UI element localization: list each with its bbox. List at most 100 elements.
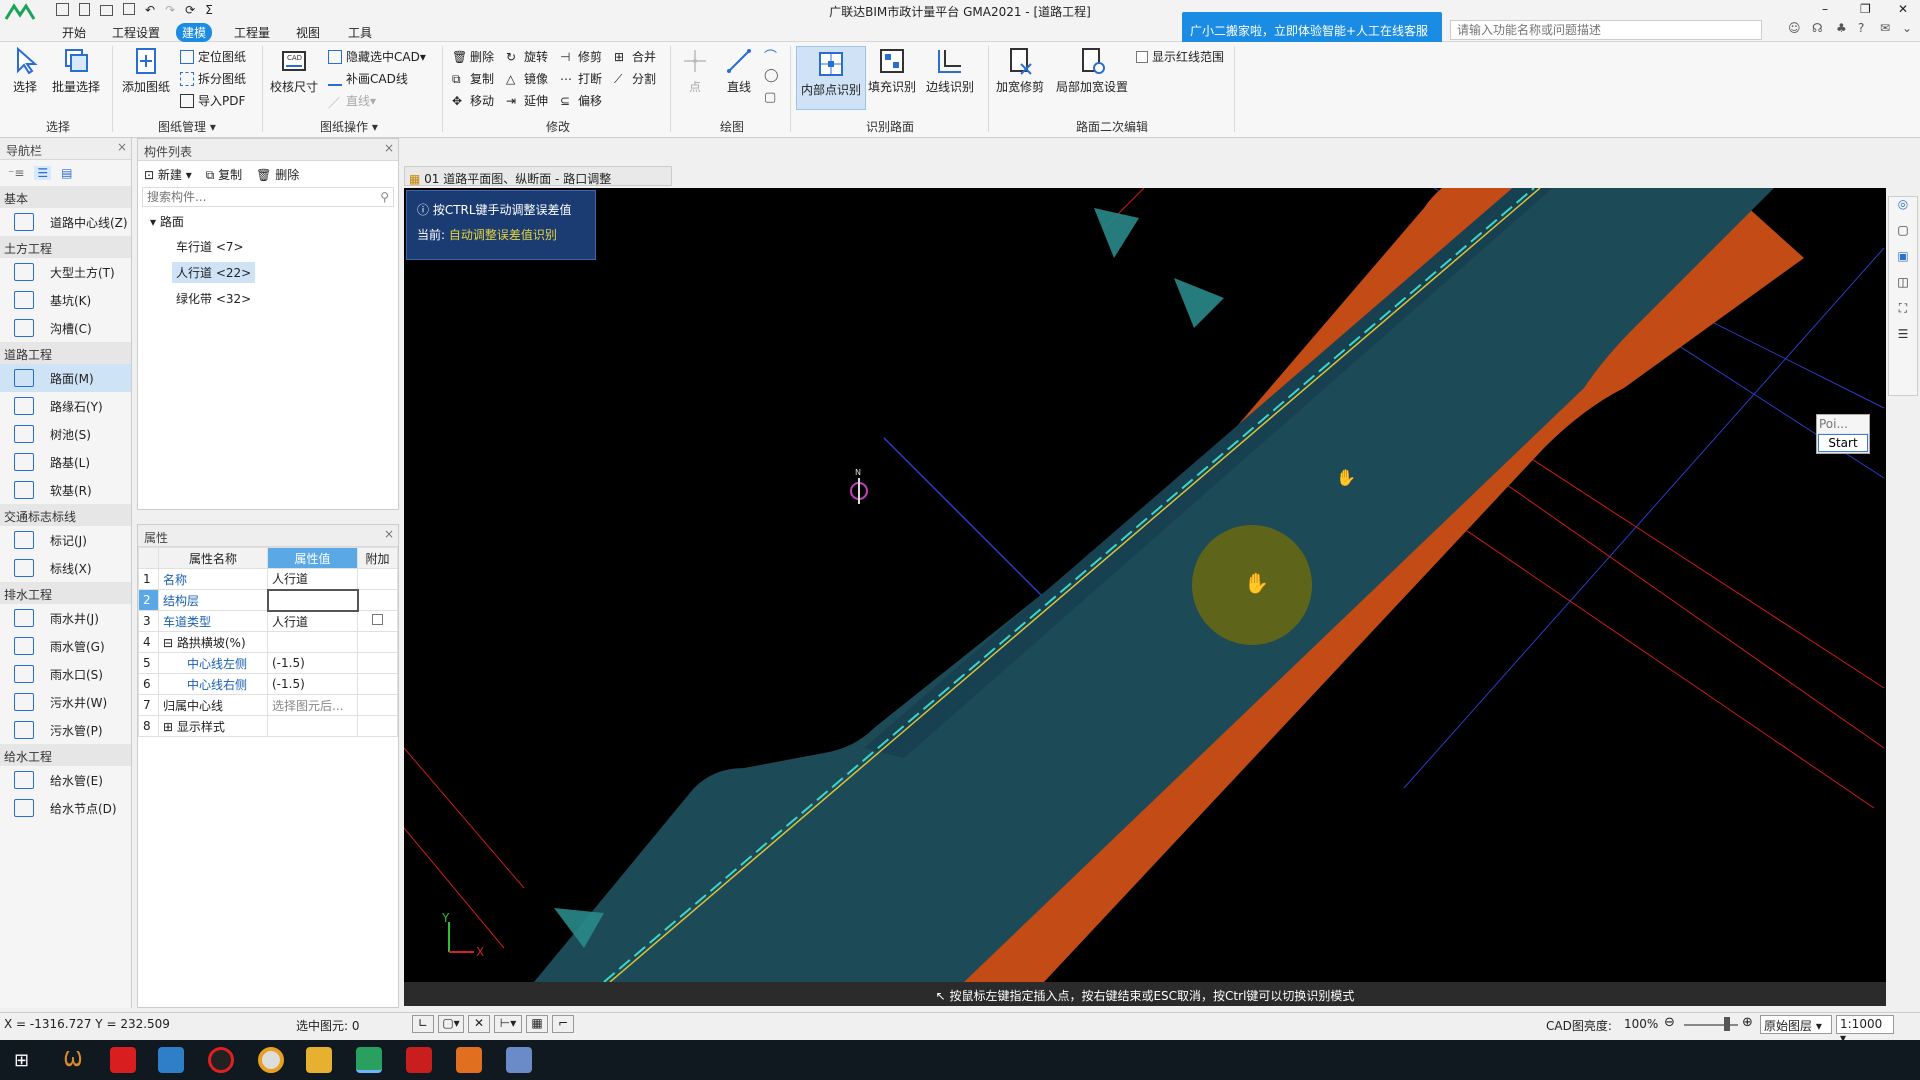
show-redline-checkbox[interactable]: 显示红线范围 bbox=[1136, 48, 1224, 65]
prop-row[interactable]: 8 ⊞ 显示样式 bbox=[138, 715, 398, 737]
slider-thumb[interactable] bbox=[1724, 1017, 1730, 1031]
grid-icon[interactable]: ▦ bbox=[526, 1015, 548, 1033]
function-search-input[interactable] bbox=[1450, 20, 1762, 40]
add-cad-line-button[interactable]: 补画CAD线 bbox=[328, 70, 408, 87]
locate-drawing-button[interactable]: 定位图纸 bbox=[180, 48, 246, 65]
nav-item[interactable]: 污水管(P) bbox=[0, 716, 131, 744]
menu-project-settings[interactable]: 工程设置 bbox=[106, 23, 166, 42]
extend-tool[interactable]: ⇥ 延伸 bbox=[506, 92, 548, 109]
menu-view[interactable]: 视图 bbox=[290, 23, 326, 42]
inner-point-identify-button[interactable]: 内部点识别 bbox=[796, 46, 867, 110]
headset-icon[interactable]: ☊ bbox=[1812, 21, 1823, 35]
chat-icon[interactable]: ✉ bbox=[1880, 21, 1890, 35]
select-button[interactable]: 选择 bbox=[10, 46, 40, 95]
tree-item-sidewalk[interactable]: 人行道 <22> bbox=[172, 262, 256, 283]
nav-item[interactable]: 软基(R) bbox=[0, 476, 131, 504]
tree-item-roadway[interactable]: 车行道 <7> bbox=[150, 230, 398, 255]
prop-row[interactable]: 7 归属中心线 选择图元后... bbox=[138, 694, 398, 716]
nav-item[interactable]: 雨水口(S) bbox=[0, 660, 131, 688]
prop-row[interactable]: 6 中心线右侧 (-1.5) bbox=[138, 673, 398, 695]
record-icon[interactable] bbox=[208, 1047, 234, 1073]
track-icon[interactable]: ⌐ bbox=[552, 1015, 574, 1033]
nav-item[interactable]: 道路中心线(Z) bbox=[0, 208, 131, 236]
rect-icon[interactable]: ▢ bbox=[764, 90, 776, 105]
menu-modeling[interactable]: 建模 bbox=[176, 23, 213, 42]
shirt-icon[interactable]: ♣ bbox=[1836, 21, 1847, 35]
offset-tool[interactable]: ⊆ 偏移 bbox=[560, 92, 602, 109]
zoom-out-icon[interactable]: ⊖ bbox=[1664, 1015, 1675, 1030]
checkbox-icon[interactable] bbox=[372, 614, 383, 625]
close-icon[interactable]: ✕ bbox=[1898, 2, 1908, 16]
trim-tool[interactable]: ⊣ 修剪 bbox=[560, 48, 602, 65]
calibrate-size-button[interactable]: CAD 校核尺寸 bbox=[270, 46, 318, 95]
nav-item[interactable]: 给水节点(D) bbox=[0, 794, 131, 822]
paint-icon[interactable] bbox=[506, 1047, 532, 1073]
nav-category[interactable]: 道路工程 bbox=[0, 342, 131, 364]
batch-select-button[interactable]: 批量选择 bbox=[52, 46, 100, 95]
document-tab[interactable]: ▦ 01 道路平面图、纵断面 - 路口调整 bbox=[404, 166, 672, 186]
view-top-icon[interactable]: ▣ bbox=[1889, 249, 1917, 275]
nav-item[interactable]: 路面(M) bbox=[0, 364, 131, 392]
nav-item[interactable]: 路基(L) bbox=[0, 448, 131, 476]
network-app-icon[interactable] bbox=[158, 1047, 184, 1073]
copy-component-button[interactable]: ⧉ 复制 bbox=[206, 166, 242, 183]
nav-item[interactable]: 标记(J) bbox=[0, 526, 131, 554]
delete-component-button[interactable]: 🗑 删除 bbox=[256, 166, 299, 183]
snap-icon[interactable]: ⊢▾ bbox=[494, 1015, 522, 1033]
dropdown-icon[interactable]: ⌄ bbox=[1902, 21, 1912, 35]
zoom-in-icon[interactable]: ⊕ bbox=[1742, 1015, 1753, 1030]
arc-icon[interactable]: ⌒ bbox=[764, 46, 777, 65]
panel-close-icon[interactable]: × bbox=[117, 140, 127, 154]
layer-select[interactable]: 原始图层 ▾ bbox=[1760, 1015, 1832, 1034]
add-drawing-button[interactable]: 添加图纸 bbox=[122, 46, 170, 95]
nav-item[interactable]: 污水井(W) bbox=[0, 688, 131, 716]
search-icon[interactable]: ⚲ bbox=[380, 190, 389, 204]
merge-tool[interactable]: ⊞ 合并 bbox=[614, 48, 656, 65]
ortho-icon[interactable]: ∟ bbox=[412, 1015, 434, 1033]
opera-icon[interactable] bbox=[110, 1047, 136, 1073]
expand-icon[interactable]: ⊞ bbox=[163, 720, 177, 734]
move-tool[interactable]: ✥ 移动 bbox=[452, 92, 494, 109]
nav-category[interactable]: 给水工程 bbox=[0, 744, 131, 766]
cad-canvas[interactable]: ✋ ✋ N Y X ⓘ 按CTRL键手动调整误差值 当前: 自动调整误差值识别 … bbox=[403, 158, 1886, 1006]
copy-tool[interactable]: ⧉ 复制 bbox=[452, 70, 494, 87]
collapse-icon[interactable]: ⁻≡ bbox=[8, 166, 24, 180]
poi-input[interactable] bbox=[1817, 415, 1869, 433]
nav-item[interactable]: 树池(S) bbox=[0, 420, 131, 448]
prop-row[interactable]: 1 名称 人行道 bbox=[138, 568, 398, 590]
split-drawing-button[interactable]: 拆分图纸 bbox=[180, 70, 246, 87]
restore-icon[interactable]: ❐ bbox=[1860, 2, 1871, 16]
select-mode-icon[interactable]: ▢▾ bbox=[438, 1015, 464, 1033]
collapse-icon[interactable]: ⊟ bbox=[163, 636, 177, 650]
widen-trim-button[interactable]: 加宽修剪 bbox=[996, 46, 1044, 95]
app-m-icon[interactable]: Ѡ bbox=[60, 1047, 86, 1073]
detail-view-icon[interactable]: ▤ bbox=[61, 166, 72, 180]
windows-start-icon[interactable]: ⊞ bbox=[14, 1050, 29, 1071]
fullscreen-icon[interactable]: ⛶ bbox=[1889, 301, 1917, 327]
structure-layer-input[interactable] bbox=[266, 588, 359, 612]
acrobat-icon[interactable] bbox=[406, 1047, 432, 1073]
group-drawing-mgmt[interactable]: 图纸管理 ▾ bbox=[158, 118, 216, 135]
nav-item[interactable]: 基坑(K) bbox=[0, 286, 131, 314]
prop-row[interactable]: 2 结构层 bbox=[138, 588, 398, 612]
nav-item[interactable]: 雨水井(J) bbox=[0, 604, 131, 632]
user-icon[interactable]: ☺ bbox=[1788, 21, 1801, 35]
edge-identify-button[interactable]: 边线识别 bbox=[926, 46, 974, 95]
circle-icon[interactable]: ◯ bbox=[764, 68, 779, 83]
nav-category[interactable]: 土方工程 bbox=[0, 236, 131, 258]
file-explorer-icon[interactable] bbox=[306, 1047, 332, 1073]
nav-item[interactable]: 雨水管(G) bbox=[0, 632, 131, 660]
prop-row[interactable]: 5 中心线左侧 (-1.5) bbox=[138, 652, 398, 674]
cube-icon[interactable]: ▢ bbox=[1889, 223, 1917, 249]
nav-item[interactable]: 标线(X) bbox=[0, 554, 131, 582]
nav-item[interactable]: 给水管(E) bbox=[0, 766, 131, 794]
mirror-tool[interactable]: △ 镜像 bbox=[506, 70, 548, 87]
component-search-input[interactable] bbox=[143, 188, 363, 206]
point-tool[interactable]: 点 bbox=[680, 46, 710, 95]
import-pdf-button[interactable]: 导入PDF bbox=[180, 92, 245, 109]
layer-icon[interactable]: ◫ bbox=[1889, 275, 1917, 301]
delete-tool[interactable]: 🗑 删除 bbox=[452, 48, 494, 65]
panel-close-icon[interactable]: × bbox=[384, 141, 394, 155]
menu-quantities[interactable]: 工程量 bbox=[228, 23, 276, 42]
help-icon[interactable]: ? bbox=[1858, 21, 1864, 35]
